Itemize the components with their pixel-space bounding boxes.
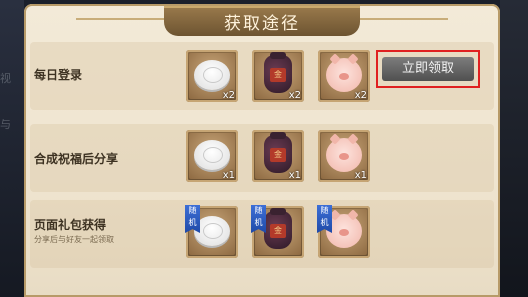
- reward-slot[interactable]: 随机: [185, 205, 238, 258]
- background-hint-1: 视: [0, 72, 11, 85]
- claim-now-button[interactable]: 立即领取: [382, 57, 474, 81]
- reward-slot[interactable]: 金 随机: [251, 205, 304, 258]
- claim-highlight: 立即领取: [376, 50, 480, 88]
- random-tag: 随机: [251, 205, 266, 233]
- row-label: 页面礼包获得: [34, 218, 107, 232]
- item-quantity: x1: [288, 170, 301, 181]
- reward-slot[interactable]: 随机: [317, 205, 370, 258]
- item-quantity: x1: [222, 170, 235, 181]
- wine-jar-icon: 金: [264, 52, 292, 93]
- pig-plush-icon: [326, 133, 362, 172]
- reward-slot[interactable]: x2: [318, 50, 370, 102]
- jar-mark: 金: [270, 148, 286, 162]
- item-quantity: x1: [354, 170, 367, 181]
- reward-slot[interactable]: x1: [186, 130, 238, 182]
- share-blessing-row: 合成祝福后分享 x1 金 x1 x1: [24, 124, 500, 192]
- random-tag: 随机: [317, 205, 332, 233]
- page-gift-row: 页面礼包获得 分享后与好友一起领取 随机 金 随机 随机: [24, 200, 500, 268]
- pig-snout: [339, 153, 349, 160]
- reward-slot[interactable]: 金 x2: [252, 50, 304, 102]
- random-tag: 随机: [185, 205, 200, 233]
- reward-slot[interactable]: x1: [318, 130, 370, 182]
- acquire-dialog: 获取途径 每日登录 x2 金 x2 x2 立即领取 合成祝福后分享 x1 金 x…: [24, 4, 500, 297]
- reward-slot[interactable]: 金 x1: [252, 130, 304, 182]
- mooncake-icon: [194, 60, 230, 90]
- item-quantity: x2: [354, 90, 367, 101]
- jar-mark: 金: [270, 224, 286, 238]
- item-quantity: x2: [222, 90, 235, 101]
- dialog-title: 获取途径: [224, 14, 300, 34]
- reward-slot[interactable]: x2: [186, 50, 238, 102]
- pig-snout: [339, 73, 349, 80]
- background-right: [500, 0, 528, 297]
- jar-mark: 金: [270, 68, 286, 82]
- mooncake-icon: [194, 140, 230, 170]
- pig-snout: [339, 229, 349, 236]
- row-label: 合成祝福后分享: [34, 152, 119, 166]
- pig-plush-icon: [326, 53, 362, 92]
- wine-jar-icon: 金: [264, 208, 292, 249]
- daily-login-row: 每日登录 x2 金 x2 x2 立即领取: [24, 42, 500, 110]
- background-hint-2: 与: [0, 118, 11, 131]
- background-left: [0, 0, 24, 297]
- row-label: 每日登录: [34, 68, 83, 82]
- row-sublabel: 分享后与好友一起领取: [34, 235, 114, 244]
- item-quantity: x2: [288, 90, 301, 101]
- dialog-header: 获取途径: [24, 4, 500, 38]
- wine-jar-icon: 金: [264, 132, 292, 173]
